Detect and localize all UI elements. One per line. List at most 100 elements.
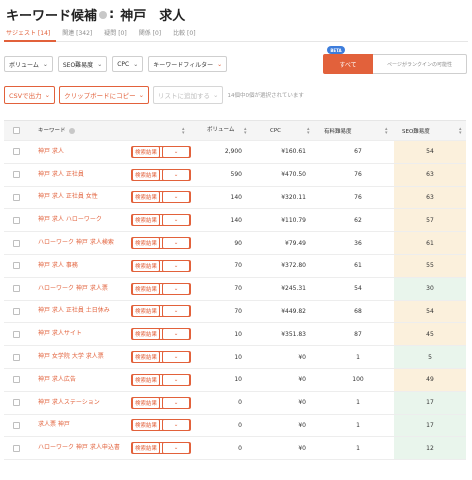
row-checkbox[interactable] [13,392,21,414]
volume-cell: 10 [234,353,242,361]
add-to-list-label: リストに追加する [158,92,211,100]
sort-icon[interactable]: ▴ ▾ [182,121,192,140]
search-results-button[interactable]: 検索結果 ⌄ [131,369,191,391]
chevron-down-icon: ⌄ [162,419,190,432]
seo-difficulty-filter-dropdown[interactable]: SEO難易度 ⌄ [57,56,108,72]
cpc-cell: ¥79.49 [285,239,306,247]
row-checkbox[interactable] [13,369,21,391]
help-icon[interactable] [99,11,108,19]
sort-icon[interactable]: ▴ ▾ [385,121,393,140]
search-results-button[interactable]: 検索結果 ⌄ [131,346,191,368]
copy-clipboard-button[interactable]: クリップボードにコピー ⌄ [59,86,150,104]
search-results-button[interactable]: 検索結果 ⌄ [131,209,191,231]
keyword-filter-dropdown[interactable]: キーワードフィルター ⌄ [148,56,228,72]
row-checkbox[interactable] [13,141,21,163]
filter-bar: ボリューム ⌄ SEO難易度 ⌄ CPC ⌄ キーワードフィルター ⌄ [4,56,232,72]
tab-suggest[interactable]: サジェスト [14] [4,26,57,42]
row-checkbox[interactable] [13,255,21,277]
row-checkbox[interactable] [13,415,21,437]
cpc-cell: ¥245.31 [281,285,306,293]
search-results-button[interactable]: 検索結果 ⌄ [131,415,191,437]
seo-difficulty-cell: 17 [426,399,434,407]
chevron-down-icon: ⌄ [44,91,51,99]
search-results-label: 検索結果 [132,259,160,272]
keyword-link[interactable]: 神戸 求人 [38,141,130,163]
row-checkbox[interactable] [13,209,21,231]
table-row: 求人票 神戸 検索結果 ⌄ 0 ¥0 1 17 [4,414,466,438]
volume-filter-dropdown[interactable]: ボリューム ⌄ [4,56,53,72]
row-checkbox[interactable] [13,187,21,209]
search-results-button[interactable]: 検索結果 ⌄ [131,164,191,186]
search-results-button[interactable]: 検索結果 ⌄ [131,437,191,459]
volume-cell: 10 [234,376,242,384]
ranking-segment-control: すべて ページがランクインの可能性 [323,54,467,74]
chevron-down-icon: ⌄ [162,214,190,227]
keyword-link[interactable]: ハローワーク 神戸 求人申込書 [38,437,130,459]
chevron-down-icon: ⌄ [162,259,190,272]
sort-icon[interactable]: ▴ ▾ [244,121,252,140]
keyword-link[interactable]: 神戸 求人サイト [38,323,130,345]
add-to-list-button[interactable]: リストに追加する ⌄ [153,86,224,104]
row-checkbox[interactable] [13,232,21,254]
chevron-down-icon: ⌄ [162,328,190,341]
keyword-link[interactable]: 神戸 求人ステーション [38,392,130,414]
select-all-checkbox[interactable] [13,121,21,140]
keyword-link[interactable]: 求人票 神戸 [38,415,130,437]
chevron-down-icon: ⌄ [162,145,190,158]
chevron-down-icon: ⌄ [42,60,48,68]
table-row: ハローワーク 神戸 求人票 検索結果 ⌄ 70 ¥245.31 54 30 [4,277,466,301]
paid-difficulty-cell: 87 [354,330,362,338]
cpc-cell: ¥0 [298,353,306,361]
segment-ranking-potential-button[interactable]: ページがランクインの可能性 [373,54,467,74]
keyword-link[interactable]: 神戸 求人 正社員 女性 [38,187,130,209]
paid-difficulty-cell: 67 [354,148,362,156]
keyword-link[interactable]: ハローワーク 神戸 求人票 [38,278,130,300]
search-results-button[interactable]: 検索結果 ⌄ [131,301,191,323]
search-results-button[interactable]: 検索結果 ⌄ [131,392,191,414]
cpc-cell: ¥449.82 [281,307,306,315]
chevron-down-icon: ⌄ [162,373,190,386]
keyword-link[interactable]: ハローワーク 神戸 求人検索 [38,232,130,254]
chevron-down-icon: ⌄ [162,237,190,250]
row-checkbox[interactable] [13,346,21,368]
search-results-button[interactable]: 検索結果 ⌄ [131,232,191,254]
help-icon[interactable] [68,127,75,134]
search-results-button[interactable]: 検索結果 ⌄ [131,323,191,345]
row-checkbox[interactable] [13,164,21,186]
row-checkbox[interactable] [13,301,21,323]
chevron-down-icon: ⌄ [138,91,145,99]
cpc-cell: ¥110.79 [281,216,306,224]
row-checkbox[interactable] [13,437,21,459]
sort-icon[interactable]: ▴ ▾ [459,121,467,140]
paid-difficulty-cell: 62 [354,216,362,224]
row-checkbox[interactable] [13,323,21,345]
keyword-link[interactable]: 神戸 求人 正社員 [38,164,130,186]
row-checkbox[interactable] [13,278,21,300]
keyword-link[interactable]: 神戸 女学院 大学 求人票 [38,346,130,368]
search-results-button[interactable]: 検索結果 ⌄ [131,255,191,277]
seo-difficulty-cell: 55 [426,262,434,270]
cpc-filter-dropdown[interactable]: CPC ⌄ [112,56,144,72]
tab-relations[interactable]: 関係 [0] [137,26,167,42]
csv-export-button[interactable]: CSVで出力 ⌄ [4,86,56,104]
keyword-link[interactable]: 神戸 求人 事務 [38,255,130,277]
search-results-button[interactable]: 検索結果 ⌄ [131,187,191,209]
sort-icon[interactable]: ▴ ▾ [307,121,315,140]
cpc-cell: ¥470.50 [281,171,306,179]
tab-questions[interactable]: 疑問 [0] [102,26,132,42]
column-header-cpc: CPC [270,127,281,134]
table-row: 神戸 求人 正社員 検索結果 ⌄ 590 ¥470.50 76 63 [4,163,466,187]
chevron-down-icon: ⌄ [162,305,190,318]
seo-difficulty-cell: 12 [426,444,434,452]
search-results-label: 検索結果 [132,419,160,432]
keyword-link[interactable]: 神戸 求人広告 [38,369,130,391]
tab-comparison[interactable]: 比較 [0] [171,26,201,42]
search-results-button[interactable]: 検索結果 ⌄ [131,141,191,163]
segment-all-button[interactable]: すべて [323,54,373,74]
keyword-link[interactable]: 神戸 求人 ハローワーク [38,209,130,231]
keyword-link[interactable]: 神戸 求人 正社員 土日休み [38,301,130,323]
tab-related[interactable]: 関連 [342] [60,26,98,42]
search-results-button[interactable]: 検索結果 ⌄ [131,278,191,300]
beta-badge: BETA [327,46,345,54]
paid-difficulty-cell: 1 [356,399,360,407]
